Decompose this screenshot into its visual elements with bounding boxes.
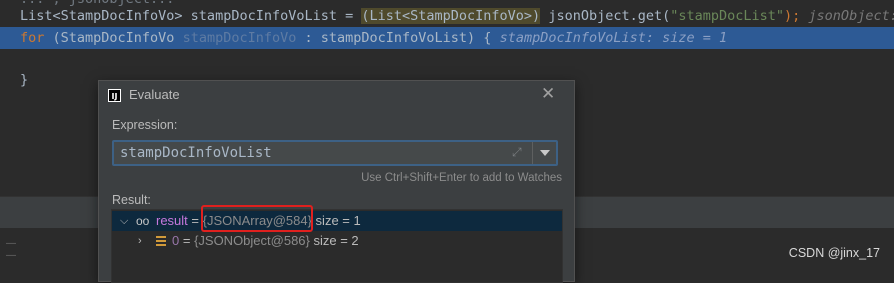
code-line-close: } xyxy=(20,72,29,88)
intellij-icon: IJ xyxy=(108,89,121,102)
result-size: size = 1 xyxy=(311,213,361,228)
array-element-icon xyxy=(156,236,166,246)
result-label: Result: xyxy=(112,193,151,207)
chevron-down-icon xyxy=(540,150,550,156)
code-unused-var: stampDocInfoVo xyxy=(182,30,297,46)
result-tree[interactable]: ⌵ oo result = {JSONArray@584} size = 1 ›… xyxy=(111,209,563,283)
chevron-right-icon[interactable]: › xyxy=(138,231,142,251)
code-string: "stampDocList" xyxy=(670,8,785,24)
code-line-current: for (StampDocInfoVo stampDocInfoVo : sta… xyxy=(0,27,894,49)
dialog-title: Evaluate xyxy=(129,87,180,102)
item-size: size = 2 xyxy=(309,233,359,248)
chevron-down-icon[interactable]: ⌵ xyxy=(120,211,128,231)
expression-input[interactable] xyxy=(120,142,500,164)
item-type: {JSONObject@586} xyxy=(194,233,310,248)
inline-debug-hint: jsonObject: xyxy=(800,8,894,24)
expand-icon[interactable]: ⤢ xyxy=(512,145,522,160)
inline-debug-hint-size: stampDocInfoVoList: size = 1 xyxy=(491,30,728,46)
code-post: : stampDocInfoVoList) { xyxy=(296,30,492,46)
expression-field[interactable]: ⤢ xyxy=(112,140,558,166)
watch-glasses-icon: oo xyxy=(136,214,150,228)
code-call: jsonObject.get( xyxy=(540,8,671,24)
panel-gutter-marks: — — xyxy=(6,238,16,261)
result-type: {JSONArray@584} xyxy=(202,213,312,228)
expression-label: Expression: xyxy=(112,118,178,132)
evaluate-dialog: IJ Evaluate ✕ Expression: ⤢ Use Ctrl+Shi… xyxy=(98,80,575,283)
code-keyword-for: for xyxy=(20,30,45,46)
tree-row-item-0[interactable]: › 0 = {JSONObject@586} size = 2 xyxy=(112,231,562,251)
code-line-declaration: List<StampDocInfoVo> stampDocInfoVoList … xyxy=(20,5,894,27)
result-name: result xyxy=(156,213,188,228)
watches-hint: Use Ctrl+Shift+Enter to add to Watches xyxy=(361,172,562,184)
code-end: ); xyxy=(784,8,801,24)
code-cast: (List<StampDocInfoVo>) xyxy=(361,8,541,24)
dialog-title-bar[interactable]: IJ Evaluate ✕ xyxy=(99,81,574,109)
tree-row-result[interactable]: ⌵ oo result = {JSONArray@584} size = 1 xyxy=(112,211,562,231)
result-eq: = xyxy=(187,213,203,228)
code-decl: List<StampDocInfoVo> stampDocInfoVoList … xyxy=(20,8,362,24)
watermark: CSDN @jinx_17 xyxy=(788,246,880,260)
item-eq: = xyxy=(179,233,195,248)
code-pre: (StampDocInfoVo xyxy=(44,30,183,46)
close-icon[interactable]: ✕ xyxy=(541,84,555,104)
history-dropdown-button[interactable] xyxy=(532,142,557,164)
